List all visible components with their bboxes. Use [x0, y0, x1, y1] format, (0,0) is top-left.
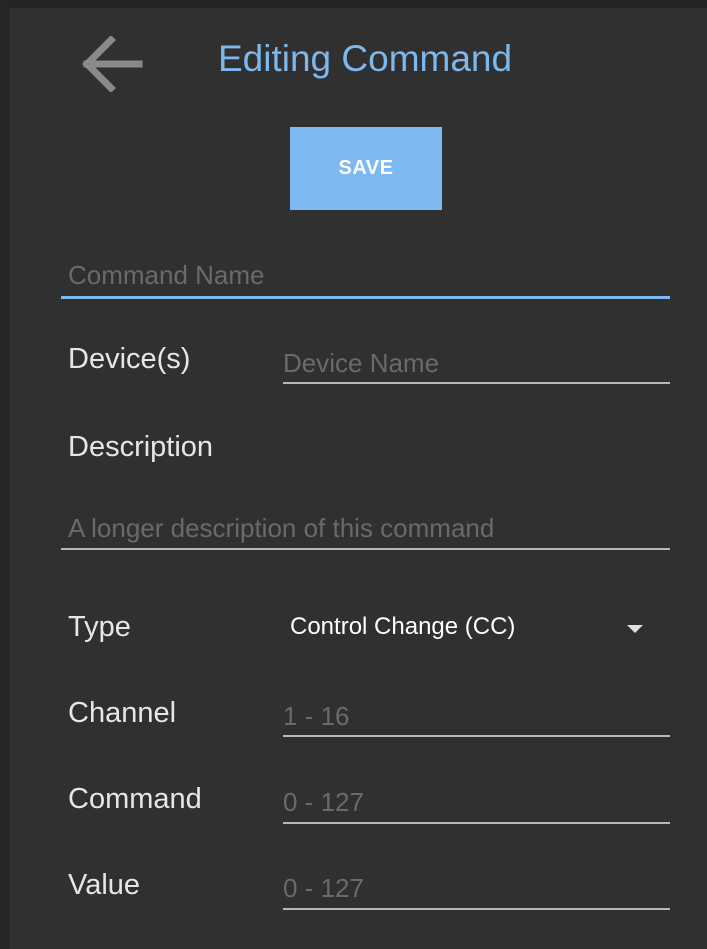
back-button[interactable]: [72, 24, 152, 104]
device-name-underline: [283, 382, 670, 384]
channel-label: Channel: [68, 697, 177, 729]
devices-label: Device(s): [68, 343, 191, 375]
channel-underline: [283, 735, 670, 737]
description-label: Description: [68, 431, 214, 463]
page-title: Editing Command: [218, 38, 513, 79]
command-label: Command: [68, 783, 202, 815]
device-name-input[interactable]: Device Name: [283, 344, 670, 382]
value-underline: [283, 908, 670, 910]
value-label: Value: [68, 869, 141, 901]
description-underline: [61, 548, 670, 550]
command-name-input[interactable]: Command Name: [68, 256, 670, 294]
type-label: Type: [68, 611, 131, 643]
dropdown-arrow-icon: [627, 625, 643, 633]
window-left-edge: [0, 0, 10, 949]
arrow-left-icon: [82, 36, 143, 92]
value-input[interactable]: 0 - 127: [283, 869, 670, 907]
type-select-value: Control Change (CC): [290, 613, 516, 640]
command-name-underline: [61, 296, 670, 299]
command-underline: [283, 822, 670, 824]
description-input[interactable]: A longer description of this command: [68, 509, 670, 547]
channel-input[interactable]: 1 - 16: [283, 697, 670, 735]
command-input[interactable]: 0 - 127: [283, 783, 670, 821]
save-button[interactable]: SAVE: [290, 127, 442, 210]
